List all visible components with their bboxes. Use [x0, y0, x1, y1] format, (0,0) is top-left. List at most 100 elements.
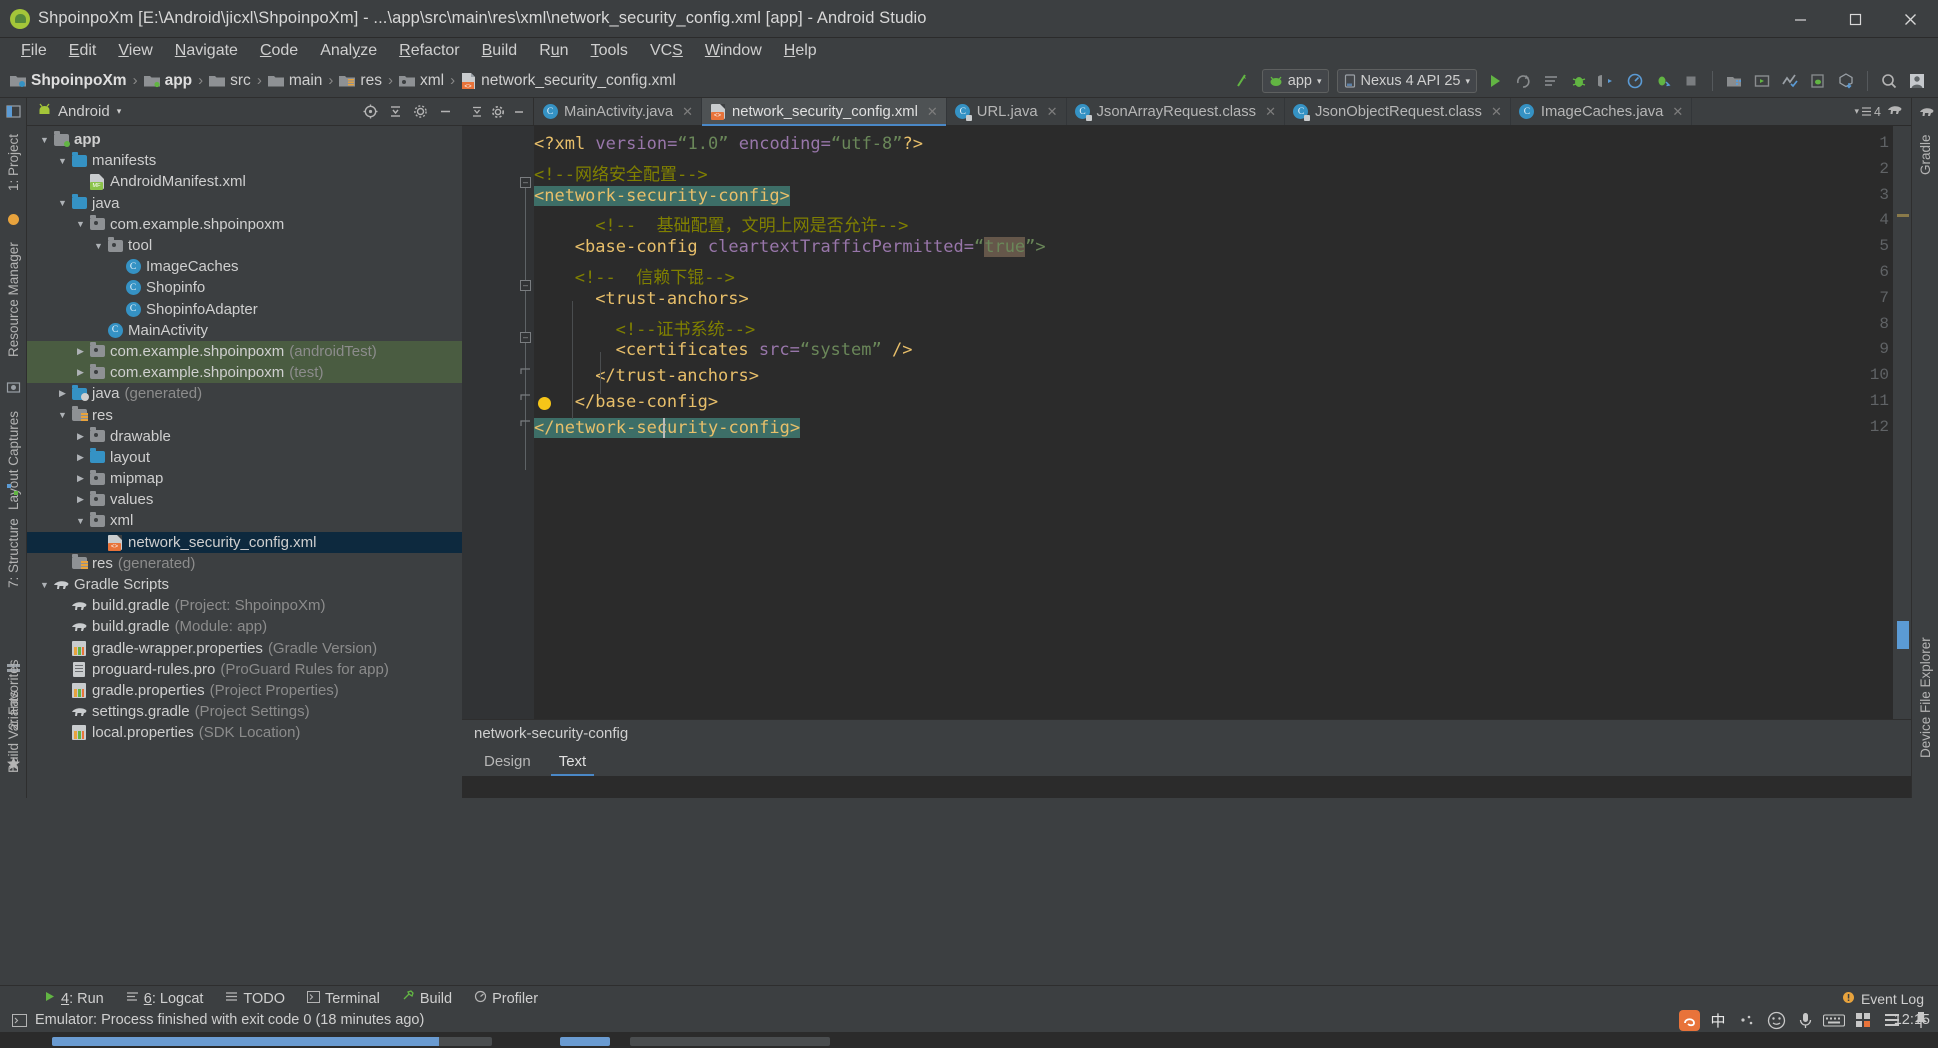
menu-item-edit[interactable]: Edit	[58, 40, 108, 62]
code-editor[interactable]: 1 <?xml version=“1.0” encoding=“utf-8”?> 2…	[462, 126, 1911, 769]
ime-dot-icon[interactable]	[1736, 1009, 1758, 1031]
chevron-down-icon[interactable]: ▼	[91, 238, 106, 253]
star-icon[interactable]	[4, 754, 23, 773]
tree-node-com-example-shpoinpoxm[interactable]: ▶ com.example.shpoinpoxm (androidTest)	[27, 340, 462, 363]
sidebar-item-resource-manager[interactable]: Resource Manager	[0, 230, 27, 370]
sogou-icon[interactable]	[1678, 1009, 1700, 1031]
tree-node-build-gradle[interactable]: build.gradle (Project: ShpoinpoXm)	[27, 595, 462, 616]
hide-icon[interactable]	[510, 103, 528, 121]
code-line[interactable]: <!-- 信赖下锟-->	[534, 263, 735, 288]
tree-node-java[interactable]: ▶ java (generated)	[27, 383, 462, 404]
tree-node-shopinfo[interactable]: C Shopinfo	[27, 277, 462, 298]
search-icon[interactable]	[1876, 68, 1902, 94]
tree-node-values[interactable]: ▶ values	[27, 489, 462, 510]
tree-node-mainactivity[interactable]: C MainActivity	[27, 320, 462, 341]
tree-node-androidmanifest-xml[interactable]: MF AndroidManifest.xml	[27, 171, 462, 192]
bottom-tool-todo[interactable]: TODO	[216, 988, 294, 1009]
sidebar-item-favorites[interactable]: 2: Favorites	[0, 640, 27, 750]
pin-icon[interactable]	[1910, 1009, 1932, 1031]
menu-item-navigate[interactable]: Navigate	[164, 40, 249, 62]
tree-node-gradle-properties[interactable]: gradle.properties (Project Properties)	[27, 680, 462, 701]
code-line[interactable]: <network-security-config>	[534, 185, 790, 206]
chevron-down-icon[interactable]: ▼	[37, 577, 52, 592]
structure-icon[interactable]	[4, 480, 23, 499]
module-selector[interactable]: app ▾	[1261, 69, 1329, 93]
chevron-right-icon[interactable]: ▶	[73, 429, 88, 444]
collapse-icon[interactable]	[468, 103, 486, 121]
bottom-tool-build[interactable]: Build	[393, 988, 461, 1009]
tab-overflow-button[interactable]: ▾ 4	[1855, 105, 1881, 119]
coverage-icon[interactable]	[1650, 68, 1676, 94]
fold-end-11[interactable]	[520, 392, 531, 403]
breadcrumb-item-network-security-config-xml[interactable]: <> network_security_config.xml	[461, 72, 676, 90]
chevron-right-icon[interactable]: ▶	[73, 344, 88, 359]
chevron-down-icon[interactable]: ▾	[117, 106, 122, 117]
run-icon[interactable]	[1482, 68, 1508, 94]
menu-item-build[interactable]: Build	[471, 40, 529, 62]
tree-node-drawable[interactable]: ▶ drawable	[27, 426, 462, 447]
attach-debugger-icon[interactable]	[1594, 68, 1620, 94]
capture-icon[interactable]	[4, 378, 23, 397]
tree-node-settings-gradle[interactable]: settings.gradle (Project Settings)	[27, 701, 462, 722]
code-line[interactable]: </trust-anchors>	[534, 366, 759, 386]
chevron-down-icon[interactable]: ▼	[73, 217, 88, 232]
menu-item-vcs[interactable]: VCS	[639, 40, 694, 62]
chevron-down-icon[interactable]: ▼	[55, 153, 70, 168]
intention-bulb-icon[interactable]	[538, 397, 551, 410]
sdk-manager-icon[interactable]	[1721, 68, 1747, 94]
gear-icon[interactable]	[409, 101, 431, 123]
code-line[interactable]: <!--证书系统-->	[534, 315, 756, 340]
tree-node-res[interactable]: res (generated)	[27, 553, 462, 574]
close-icon[interactable]: ✕	[1491, 104, 1502, 120]
breadcrumb-item-xml[interactable]: xml	[398, 72, 444, 90]
bottom-tool-profiler[interactable]: Profiler	[465, 988, 547, 1009]
hide-icon[interactable]	[434, 101, 456, 123]
close-icon[interactable]: ✕	[1047, 104, 1058, 120]
menu-item-run[interactable]: Run	[528, 40, 579, 62]
stop-icon[interactable]	[1678, 68, 1704, 94]
tree-node-network-security-config-xml[interactable]: <> network_security_config.xml	[27, 531, 462, 553]
close-icon[interactable]: ✕	[1672, 104, 1683, 120]
sidebar-item-device-file-explorer[interactable]: Device File Explorer	[1912, 618, 1938, 778]
breadcrumb-item-src[interactable]: src	[209, 72, 251, 90]
breadcrumb-item-shpoinpoxm[interactable]: ShpoinpoXm	[10, 72, 127, 90]
close-icon[interactable]: ✕	[927, 104, 938, 120]
gradle-icon[interactable]	[1917, 102, 1936, 121]
chevron-down-icon[interactable]: ▼	[37, 132, 52, 147]
editor-tab-jsonobjectrequest-class[interactable]: C JsonObjectRequest.class ✕	[1284, 98, 1511, 125]
chevron-right-icon[interactable]: ▶	[73, 471, 88, 486]
breadcrumb-item-main[interactable]: main	[267, 72, 322, 90]
code-line[interactable]: </network-security-config>	[534, 417, 801, 438]
tree-node-com-example-shpoinpoxm[interactable]: ▶ com.example.shpoinpoxm (test)	[27, 362, 462, 384]
close-icon[interactable]: ✕	[682, 104, 693, 120]
mic-icon[interactable]	[1794, 1009, 1816, 1031]
menu-item-file[interactable]: File	[10, 40, 58, 62]
menu-item-analyze[interactable]: Analyze	[309, 40, 388, 62]
chevron-down-icon[interactable]: ▼	[55, 408, 70, 423]
chevron-right-icon[interactable]: ▶	[73, 365, 88, 380]
grid-icon[interactable]	[1852, 1009, 1874, 1031]
avatar-icon[interactable]	[1904, 68, 1930, 94]
emoji-icon[interactable]	[1765, 1009, 1787, 1031]
keyboard-icon[interactable]	[1823, 1009, 1845, 1031]
tree-node-proguard-rules-pro[interactable]: proguard-rules.pro (ProGuard Rules for ap…	[27, 659, 462, 680]
chevron-right-icon[interactable]: ▶	[73, 450, 88, 465]
tree-node-local-properties[interactable]: local.properties (SDK Location)	[27, 722, 462, 743]
bottom-tool-6-logcat[interactable]: 6: Logcat	[117, 988, 213, 1009]
editor-scrollbar[interactable]	[1893, 126, 1911, 769]
chevron-right-icon[interactable]: ▶	[73, 492, 88, 507]
run-config-icon[interactable]	[1538, 68, 1564, 94]
project-view-selector-label[interactable]: Android	[58, 103, 110, 120]
bottom-tool-terminal[interactable]: Terminal	[298, 989, 389, 1009]
tree-node-imagecaches[interactable]: C ImageCaches	[27, 256, 462, 277]
more-icon[interactable]	[1881, 1009, 1903, 1031]
build-apk-icon[interactable]	[1833, 68, 1859, 94]
breadcrumb-item-app[interactable]: app	[143, 72, 192, 90]
code-line[interactable]: <trust-anchors>	[534, 289, 749, 309]
chevron-down-icon[interactable]: ▼	[55, 196, 70, 211]
tree-node-shopinfoadapter[interactable]: C ShopinfoAdapter	[27, 299, 462, 320]
menu-item-window[interactable]: Window	[694, 40, 773, 62]
menu-item-code[interactable]: Code	[249, 40, 309, 62]
editor-tab-network-security-config-xml[interactable]: <> network_security_config.xml ✕	[702, 98, 947, 126]
sidebar-item-structure[interactable]: 7: Structure	[0, 498, 27, 608]
